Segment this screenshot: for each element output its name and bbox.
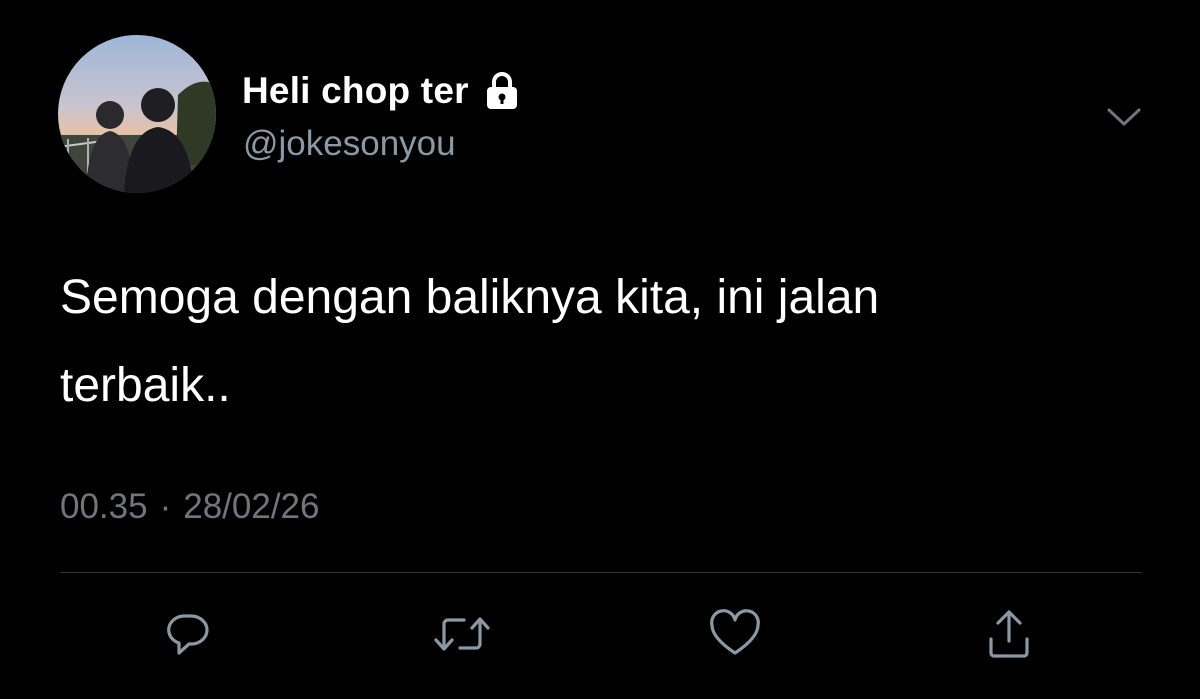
tweet-timestamp[interactable]: 00.35 · 28/02/26 <box>60 487 320 527</box>
lock-icon <box>483 71 521 111</box>
chevron-down-icon[interactable] <box>1104 103 1144 129</box>
share-button[interactable] <box>980 608 1038 660</box>
reply-icon <box>161 608 213 660</box>
meta-separator: · <box>159 487 172 526</box>
retweet-icon <box>431 608 493 660</box>
display-name[interactable]: Heli chop ter <box>242 70 469 112</box>
divider <box>60 572 1142 573</box>
name-row: Heli chop ter <box>242 66 521 116</box>
avatar-image <box>58 35 216 193</box>
avatar[interactable] <box>58 35 216 193</box>
tweet-time: 00.35 <box>60 487 148 526</box>
heart-icon <box>707 608 763 660</box>
tweet-date: 28/02/26 <box>183 487 320 526</box>
reply-button[interactable] <box>158 608 216 660</box>
retweet-button[interactable] <box>433 608 491 660</box>
tweet-text: Semoga dengan baliknya kita, ini jalan t… <box>60 271 880 412</box>
like-button[interactable] <box>706 608 764 660</box>
tweet-detail: Heli chop ter @jokesonyou Semoga dengan … <box>0 0 1200 699</box>
share-icon <box>983 607 1035 661</box>
user-handle[interactable]: @jokesonyou <box>243 124 456 164</box>
